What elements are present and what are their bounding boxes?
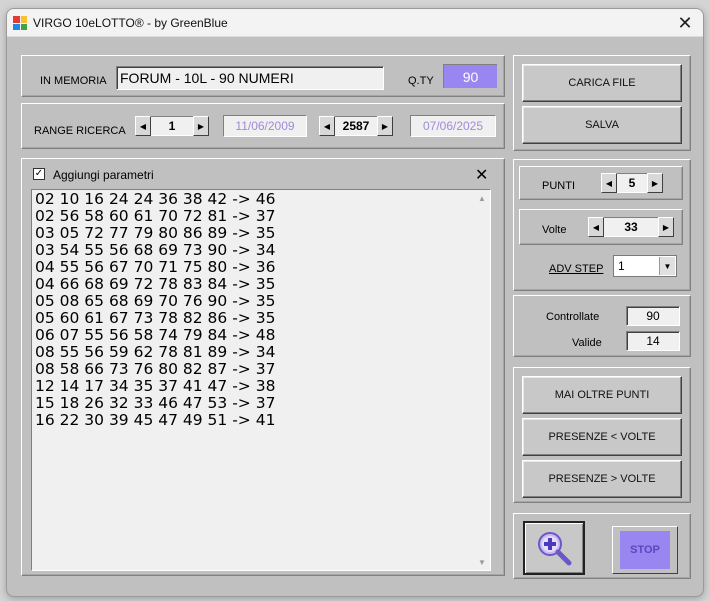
range-from-date: 11/06/2009 bbox=[223, 115, 307, 137]
chevron-down-icon[interactable]: ▼ bbox=[659, 257, 675, 275]
title-bar[interactable]: VIRGO 10eLOTTO® - by GreenBlue ✕ bbox=[7, 9, 703, 37]
adv-step-value: 1 bbox=[618, 259, 625, 273]
memory-field: FORUM - 10L - 90 NUMERI bbox=[116, 66, 384, 90]
volte-label: Volte bbox=[542, 224, 567, 236]
valide-value: 14 bbox=[626, 331, 680, 351]
range-to-index[interactable]: 2587 bbox=[335, 116, 377, 136]
range-to-increment-button[interactable]: ▶ bbox=[377, 116, 393, 136]
volte-increment-button[interactable]: ▶ bbox=[658, 217, 674, 237]
qty-value: 90 bbox=[443, 64, 497, 88]
list-item: 08 55 56 59 62 78 81 89 -> 34 bbox=[35, 343, 276, 361]
add-params-checkbox[interactable]: ✓ bbox=[33, 168, 45, 180]
list-item: 02 56 58 60 61 70 72 81 -> 37 bbox=[35, 207, 276, 225]
controllate-value: 90 bbox=[626, 306, 680, 326]
presenze-less-volte-button[interactable]: PRESENZE < VOLTE bbox=[522, 418, 682, 456]
clear-results-icon[interactable]: ✕ bbox=[475, 165, 488, 185]
punti-value[interactable]: 5 bbox=[617, 173, 647, 193]
punti-label: PUNTI bbox=[542, 180, 575, 192]
volte-value[interactable]: 33 bbox=[604, 217, 658, 237]
search-button[interactable] bbox=[523, 521, 585, 575]
mai-oltre-punti-button[interactable]: MAI OLTRE PUNTI bbox=[522, 376, 682, 414]
presenze-greater-volte-button[interactable]: PRESENZE > VOLTE bbox=[522, 460, 682, 498]
punti-increment-button[interactable]: ▶ bbox=[647, 173, 663, 193]
list-item: 15 18 26 32 33 46 47 53 -> 37 bbox=[35, 394, 276, 412]
zoom-in-icon bbox=[538, 532, 572, 566]
volte-decrement-button[interactable]: ◀ bbox=[588, 217, 604, 237]
list-item: 16 22 30 39 45 47 49 51 -> 41 bbox=[35, 411, 276, 429]
window-title: VIRGO 10eLOTTO® - by GreenBlue bbox=[33, 16, 228, 30]
range-from-index[interactable]: 1 bbox=[151, 116, 193, 136]
list-item: 04 66 68 69 72 78 83 84 -> 35 bbox=[35, 275, 276, 293]
list-item: 12 14 17 34 35 37 41 47 -> 38 bbox=[35, 377, 276, 395]
load-file-button[interactable]: CARICA FILE bbox=[522, 64, 682, 102]
list-item: 06 07 55 56 58 74 79 84 -> 48 bbox=[35, 326, 276, 344]
range-from-increment-button[interactable]: ▶ bbox=[193, 116, 209, 136]
list-item: 05 08 65 68 69 70 76 90 -> 35 bbox=[35, 292, 276, 310]
add-params-label[interactable]: Aggiungi parametri bbox=[53, 168, 154, 182]
list-item: 05 60 61 67 73 78 82 86 -> 35 bbox=[35, 309, 276, 327]
volte-group: Volte ◀ 33 ▶ bbox=[519, 209, 683, 245]
range-label: RANGE RICERCA bbox=[34, 125, 126, 137]
app-window: VIRGO 10eLOTTO® - by GreenBlue ✕ IN MEMO… bbox=[6, 8, 704, 597]
punti-decrement-button[interactable]: ◀ bbox=[601, 173, 617, 193]
range-panel: RANGE RICERCA ◀ 1 ▶ 11/06/2009 ◀ 2587 ▶ … bbox=[21, 103, 505, 149]
valide-label: Valide bbox=[572, 337, 602, 349]
scroll-down-icon[interactable]: ▼ bbox=[474, 554, 490, 570]
punti-group: PUNTI ◀ 5 ▶ bbox=[519, 166, 683, 200]
list-item: 02 10 16 24 24 36 38 42 -> 46 bbox=[35, 190, 276, 208]
run-panel: STOP bbox=[513, 513, 691, 579]
adv-step-label: ADV STEP bbox=[549, 263, 604, 275]
adv-step-select[interactable]: 1 ▼ bbox=[613, 255, 677, 277]
list-item: 04 55 56 67 70 71 75 80 -> 36 bbox=[35, 258, 276, 276]
stop-button[interactable]: STOP bbox=[612, 526, 678, 574]
list-item: 03 54 55 56 68 69 73 90 -> 34 bbox=[35, 241, 276, 259]
controllate-label: Controllate bbox=[546, 311, 600, 323]
actions-panel: MAI OLTRE PUNTI PRESENZE < VOLTE PRESENZ… bbox=[513, 367, 691, 503]
scroll-up-icon[interactable]: ▲ bbox=[474, 190, 490, 206]
range-from-decrement-button[interactable]: ◀ bbox=[135, 116, 151, 136]
stats-panel: Controllate 90 Valide 14 bbox=[513, 295, 691, 357]
app-icon bbox=[13, 16, 27, 30]
stop-button-label: STOP bbox=[620, 531, 670, 569]
range-to-decrement-button[interactable]: ◀ bbox=[319, 116, 335, 136]
results-list[interactable]: 02 10 16 24 24 36 38 42 -> 46 02 56 58 6… bbox=[31, 189, 491, 571]
memory-label: IN MEMORIA bbox=[40, 75, 107, 87]
list-item: 03 05 72 77 79 80 86 89 -> 35 bbox=[35, 224, 276, 242]
list-item: 08 58 66 73 76 80 82 87 -> 37 bbox=[35, 360, 276, 378]
qty-label: Q.TY bbox=[408, 75, 434, 87]
results-scrollbar[interactable]: ▲ ▼ bbox=[474, 190, 490, 570]
save-button[interactable]: SALVA bbox=[522, 106, 682, 144]
close-icon[interactable]: ✕ bbox=[667, 9, 703, 37]
files-panel: CARICA FILE SALVA bbox=[513, 55, 691, 151]
range-to-date: 07/06/2025 bbox=[410, 115, 496, 137]
memory-panel: IN MEMORIA FORUM - 10L - 90 NUMERI Q.TY … bbox=[21, 55, 505, 97]
